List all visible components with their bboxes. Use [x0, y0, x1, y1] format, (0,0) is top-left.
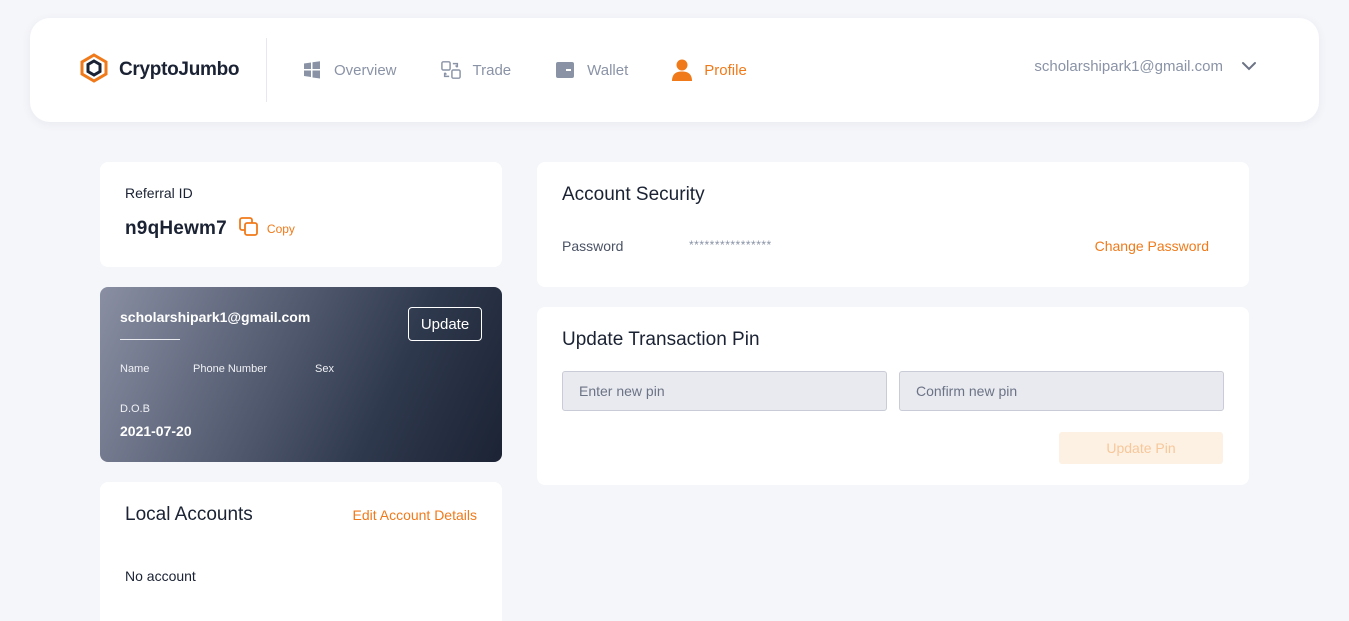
brand-name: CryptoJumbo [119, 59, 240, 80]
nav-item-overview[interactable]: Overview [302, 60, 397, 80]
dob-label: D.O.B [120, 403, 150, 415]
copy-button[interactable]: Copy [239, 217, 295, 240]
profile-email: scholarshipark1@gmail.com [120, 309, 311, 325]
confirm-pin-input[interactable] [899, 371, 1224, 411]
update-pin-button[interactable]: Update Pin [1059, 432, 1223, 464]
no-account-text: No account [125, 568, 196, 584]
main-nav: Overview Trade Wallet Profile [302, 56, 791, 84]
referral-row: n9qHewm7 Copy [125, 217, 295, 240]
local-accounts-title: Local Accounts [125, 504, 253, 525]
nav-item-trade[interactable]: Trade [440, 60, 512, 80]
new-pin-input[interactable] [562, 371, 887, 411]
top-navbar: CryptoJumbo Overview Trade Wallet Profil… [30, 18, 1319, 122]
sex-label: Sex [315, 363, 334, 375]
local-accounts-card: Local Accounts Edit Account Details No a… [100, 482, 502, 621]
password-label: Password [562, 238, 624, 254]
email-underline [120, 339, 180, 340]
account-security-title: Account Security [562, 184, 705, 205]
brand-logo[interactable]: CryptoJumbo [79, 52, 240, 88]
phone-label: Phone Number [193, 363, 267, 375]
exchange-icon [440, 60, 461, 80]
referral-label: Referral ID [125, 185, 193, 201]
nav-item-wallet[interactable]: Wallet [555, 60, 628, 80]
name-label: Name [120, 363, 150, 375]
user-icon [672, 59, 693, 81]
nav-label: Trade [472, 61, 512, 79]
user-menu[interactable]: scholarshipark1@gmail.com [1034, 58, 1257, 75]
copy-icon [239, 217, 259, 240]
referral-code: n9qHewm7 [125, 217, 227, 239]
copy-label: Copy [266, 221, 295, 236]
password-mask: **************** [689, 238, 772, 252]
nav-label: Overview [334, 61, 397, 79]
windows-grid-icon [302, 60, 322, 80]
edit-account-details-link[interactable]: Edit Account Details [352, 507, 477, 523]
transaction-pin-title: Update Transaction Pin [562, 329, 760, 350]
referral-card: Referral ID n9qHewm7 Copy [100, 162, 502, 267]
nav-label: Profile [704, 61, 747, 79]
account-security-card: Account Security Password **************… [537, 162, 1249, 287]
nav-label: Wallet [587, 61, 629, 79]
chevron-down-icon [1241, 58, 1257, 75]
nav-item-profile[interactable]: Profile [672, 59, 747, 81]
profile-card: scholarshipark1@gmail.com Update Name Ph… [100, 287, 502, 462]
dob-value: 2021-07-20 [120, 423, 192, 439]
transaction-pin-card: Update Transaction Pin Update Pin [537, 307, 1249, 485]
change-password-link[interactable]: Change Password [1095, 238, 1209, 254]
wallet-icon [555, 60, 575, 80]
user-email: scholarshipark1@gmail.com [1034, 58, 1223, 75]
cryptojumbo-logo-icon [79, 52, 109, 88]
brand-divider [266, 38, 267, 102]
update-profile-button[interactable]: Update [408, 307, 482, 341]
